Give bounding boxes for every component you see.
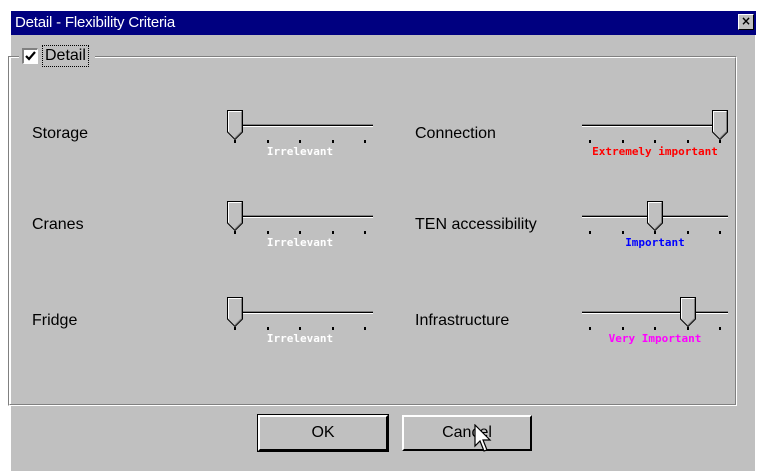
slider-ten-accessibility[interactable]: Important bbox=[582, 201, 728, 261]
slider-tick bbox=[299, 231, 301, 234]
slider-tick bbox=[654, 140, 656, 143]
importance-label: Irrelevant bbox=[266, 145, 334, 158]
slider-tick bbox=[654, 327, 656, 330]
slider-tick bbox=[299, 140, 301, 143]
ok-button[interactable]: OK bbox=[257, 414, 389, 452]
slider-tick bbox=[331, 140, 334, 143]
slider-tick bbox=[686, 231, 689, 234]
slider-storage[interactable]: Irrelevant bbox=[227, 110, 373, 170]
mouse-cursor-icon bbox=[474, 424, 492, 452]
slider-tick bbox=[589, 140, 591, 143]
title-bar[interactable]: Detail - Flexibility Criteria × bbox=[11, 11, 756, 35]
slider-tick bbox=[234, 231, 236, 234]
detail-toggle[interactable]: Detail bbox=[19, 44, 95, 68]
importance-label: Irrelevant bbox=[266, 332, 334, 345]
slider-cranes[interactable]: Irrelevant bbox=[227, 201, 373, 261]
ok-button-label: OK bbox=[311, 424, 335, 441]
slider-connection[interactable]: Extremely important bbox=[582, 110, 728, 170]
slider-thumb[interactable] bbox=[227, 297, 243, 327]
slider-thumb[interactable] bbox=[647, 201, 663, 231]
importance-label: Very Important bbox=[608, 332, 702, 345]
slider-thumb[interactable] bbox=[712, 110, 728, 140]
slider-tick bbox=[234, 140, 236, 143]
slider-tick bbox=[719, 327, 721, 330]
slider-tick bbox=[686, 140, 689, 143]
slider-fridge[interactable]: Irrelevant bbox=[227, 297, 373, 357]
slider-tick bbox=[589, 231, 591, 234]
slider-tick bbox=[364, 231, 366, 234]
slider-tick bbox=[621, 231, 624, 234]
slider-tick bbox=[331, 327, 334, 330]
slider-tick bbox=[686, 327, 689, 330]
slider-tick bbox=[719, 140, 721, 143]
slider-tick bbox=[364, 140, 366, 143]
criterion-label-storage: Storage bbox=[32, 125, 89, 142]
slider-thumb[interactable] bbox=[227, 110, 243, 140]
slider-tick bbox=[234, 327, 236, 330]
slider-tick bbox=[266, 327, 269, 330]
slider-track[interactable] bbox=[582, 311, 728, 314]
slider-thumb[interactable] bbox=[227, 201, 243, 231]
slider-tick bbox=[331, 231, 334, 234]
close-button[interactable]: × bbox=[738, 14, 754, 30]
importance-label: Important bbox=[625, 236, 685, 249]
importance-label: Irrelevant bbox=[266, 236, 334, 249]
criterion-label-cranes: Cranes bbox=[32, 216, 84, 233]
detail-checkbox[interactable] bbox=[22, 48, 38, 64]
slider-tick bbox=[621, 327, 624, 330]
cancel-button[interactable]: Cancel bbox=[402, 415, 532, 451]
criterion-label-infrastructure: Infrastructure bbox=[415, 312, 510, 329]
close-icon: × bbox=[740, 14, 752, 28]
slider-track[interactable] bbox=[227, 124, 373, 127]
criterion-label-fridge: Fridge bbox=[32, 312, 78, 329]
slider-thumb[interactable] bbox=[679, 297, 696, 327]
slider-track[interactable] bbox=[582, 124, 728, 127]
slider-track[interactable] bbox=[227, 311, 373, 314]
slider-tick bbox=[719, 231, 721, 234]
window-title: Detail - Flexibility Criteria bbox=[15, 14, 176, 31]
importance-label: Extremely important bbox=[592, 145, 718, 158]
criterion-label-ten-accessibility: TEN accessibility bbox=[415, 216, 537, 233]
slider-track[interactable] bbox=[227, 215, 373, 218]
slider-tick bbox=[299, 327, 301, 330]
criterion-label-connection: Connection bbox=[415, 125, 496, 142]
slider-tick bbox=[621, 140, 624, 143]
slider-tick bbox=[266, 140, 269, 143]
slider-tick bbox=[266, 231, 269, 234]
checkmark-icon bbox=[25, 51, 36, 61]
slider-infrastructure[interactable]: Very Important bbox=[582, 297, 728, 357]
detail-checkbox-label: Detail bbox=[42, 45, 89, 67]
slider-tick bbox=[589, 327, 591, 330]
slider-tick bbox=[364, 327, 366, 330]
slider-tick bbox=[654, 231, 656, 234]
